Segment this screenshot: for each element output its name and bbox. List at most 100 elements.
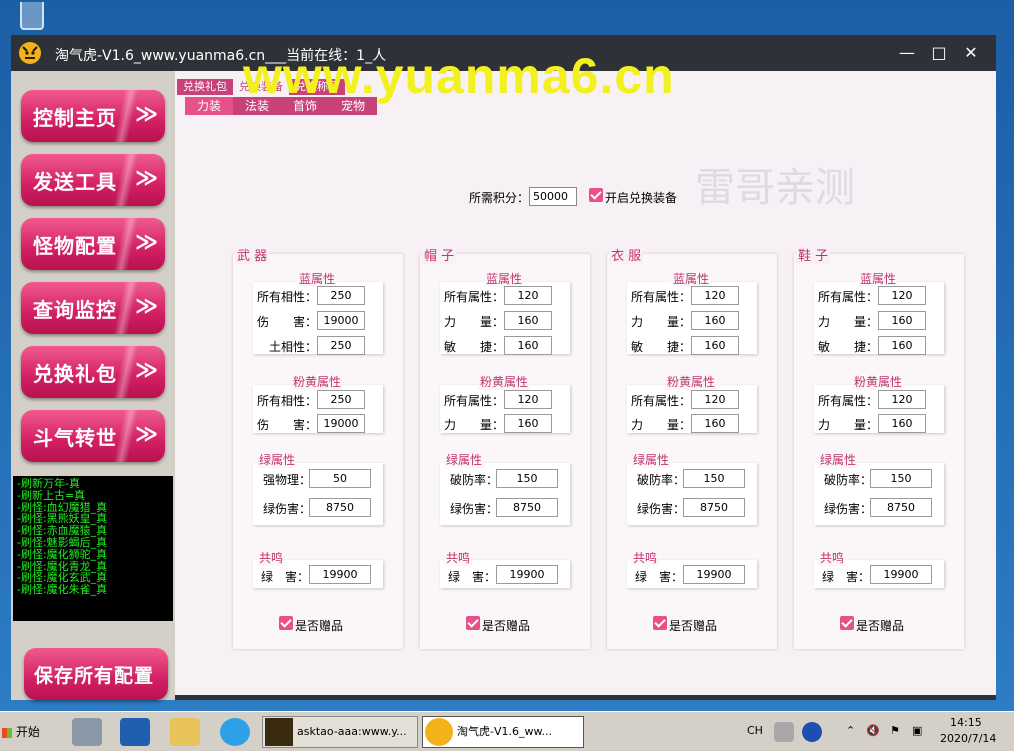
field-input[interactable]: 160 [691, 414, 739, 433]
flag-icon[interactable]: ⚑ [890, 724, 900, 737]
network-icon[interactable]: ▣ [912, 724, 922, 737]
nav-label: 斗气转世 [33, 426, 117, 450]
field-input[interactable]: 160 [878, 414, 926, 433]
green-attr-title: 绿属性 [444, 451, 485, 468]
field-label: 所有属性： [444, 290, 505, 304]
field-input[interactable]: 160 [691, 311, 739, 330]
field-input[interactable]: 160 [878, 336, 926, 355]
enable-redeem-checkbox[interactable] [589, 188, 603, 202]
group-clothes: 衣 服 蓝属性 所有属性： 120 力 量： 160 敏 捷： 160 粉黄属性… [607, 245, 777, 649]
field-input[interactable]: 160 [504, 414, 552, 433]
gift-checkbox[interactable] [279, 616, 293, 630]
field-label: 绿 害： [635, 570, 684, 584]
file-explorer-icon[interactable] [170, 718, 200, 746]
field-input[interactable]: 160 [878, 311, 926, 330]
field-label: 绿 害： [261, 570, 310, 584]
nav-redeem-gift-button[interactable]: 兑换礼包 ≫ [21, 346, 165, 398]
group-title: 衣 服 [609, 245, 644, 264]
field-input[interactable]: 120 [691, 286, 739, 305]
field-input[interactable]: 50 [309, 469, 371, 488]
field-label: 所有相性： [257, 290, 318, 304]
field-input[interactable]: 160 [691, 336, 739, 355]
field-input[interactable]: 19900 [870, 565, 932, 584]
group-hat: 帽 子 蓝属性 所有属性： 120 力 量： 160 敏 捷： 160 粉黄属性… [420, 245, 590, 649]
pink-attr-title: 粉黄属性 [852, 373, 905, 390]
field-input[interactable]: 120 [878, 390, 926, 409]
taskbar-item-taoqihu[interactable]: 淘气虎-V1.6_ww... [422, 716, 584, 748]
field-label: 破防率： [637, 473, 686, 487]
field-input[interactable]: 120 [878, 286, 926, 305]
group-title: 鞋 子 [796, 245, 831, 264]
tab-redeem-gift[interactable]: 兑换礼包 [177, 79, 233, 95]
taskbar: 开始 asktao-aaa:www.y... 淘气虎-V1.6_ww... CH… [0, 711, 1014, 751]
field-label: 力 量： [444, 315, 505, 329]
recycle-bin-icon[interactable] [14, 0, 50, 32]
watermark-sub: 雷哥亲测 [695, 165, 855, 211]
field-input[interactable]: 150 [683, 469, 745, 488]
blue-attr-title: 蓝属性 [671, 270, 712, 287]
gift-checkbox[interactable] [653, 616, 667, 630]
app-window: 淘气虎-V1.6_www.yuanma6.cn___当前在线：1_人 — □ ✕… [11, 35, 996, 700]
tiger-app-icon [425, 718, 453, 746]
field-input[interactable]: 120 [504, 390, 552, 409]
windows-logo-icon [2, 727, 12, 738]
nav-query-monitor-button[interactable]: 查询监控 ≫ [21, 282, 165, 334]
show-hidden-icons-icon[interactable]: ⌃ [846, 724, 855, 737]
field-input[interactable]: 8750 [870, 498, 932, 517]
keyboard-icon[interactable] [774, 722, 794, 742]
field-input[interactable]: 19900 [683, 565, 745, 584]
field-input[interactable]: 120 [691, 390, 739, 409]
taskbar-item-asktao[interactable]: asktao-aaa:www.y... [262, 716, 418, 748]
field-input[interactable]: 150 [870, 469, 932, 488]
nav-monster-config-button[interactable]: 怪物配置 ≫ [21, 218, 165, 270]
field-input[interactable]: 19900 [496, 565, 558, 584]
field-input[interactable]: 8750 [496, 498, 558, 517]
nav-send-tool-button[interactable]: 发送工具 ≫ [21, 154, 165, 206]
help-icon[interactable] [802, 722, 822, 742]
field-label: 伤 害： [257, 315, 318, 329]
watermark: www.yuanma6.cn [243, 48, 675, 104]
field-input[interactable]: 160 [504, 336, 552, 355]
start-button[interactable]: 开始 [2, 718, 42, 746]
field-input[interactable]: 8750 [309, 498, 371, 517]
nav-reincarnation-button[interactable]: 斗气转世 ≫ [21, 410, 165, 462]
volume-icon[interactable]: 🔇 [866, 724, 880, 737]
server-manager-icon[interactable] [72, 718, 102, 746]
clock-time[interactable]: 14:15 [950, 716, 982, 729]
tab-power-gear[interactable]: 力装 [185, 97, 233, 115]
gift-label: 是否赠品 [482, 619, 531, 633]
maximize-button[interactable]: □ [926, 41, 952, 65]
nav-control-home-button[interactable]: 控制主页 ≫ [21, 90, 165, 142]
field-input[interactable]: 150 [496, 469, 558, 488]
language-indicator[interactable]: CH [747, 724, 763, 737]
powershell-icon[interactable] [120, 718, 150, 746]
main-panel: 兑换礼包 兑换装备 兑换称号 力装 法装 首饰 宠物 所需积分： 50000 开… [175, 71, 996, 695]
minimize-button[interactable]: — [894, 41, 920, 65]
field-input[interactable]: 19000 [317, 414, 365, 433]
field-input[interactable]: 250 [317, 336, 365, 355]
field-input[interactable]: 19000 [317, 311, 365, 330]
field-input[interactable]: 250 [317, 286, 365, 305]
gift-label: 是否赠品 [295, 619, 344, 633]
field-input[interactable]: 8750 [683, 498, 745, 517]
field-label: 伤 害： [257, 418, 318, 432]
field-input[interactable]: 120 [504, 286, 552, 305]
chevron-right-icon: ≫ [135, 422, 159, 447]
resonance-title: 共鸣 [818, 549, 847, 566]
gift-checkbox[interactable] [840, 616, 854, 630]
field-input[interactable]: 160 [504, 311, 552, 330]
browser-icon[interactable] [220, 718, 250, 746]
close-button[interactable]: ✕ [958, 41, 984, 65]
clock-date[interactable]: 2020/7/14 [940, 732, 996, 745]
gift-checkbox[interactable] [466, 616, 480, 630]
chevron-right-icon: ≫ [135, 166, 159, 191]
field-label: 敏 捷： [444, 340, 505, 354]
green-attr-title: 绿属性 [631, 451, 672, 468]
field-input[interactable]: 250 [317, 390, 365, 409]
start-label: 开始 [15, 725, 40, 739]
nav-label: 发送工具 [33, 170, 117, 194]
field-input[interactable]: 19900 [309, 565, 371, 584]
log-panel[interactable]: -刷新万年-真 -刷新上古=真 -刷怪:血幻魔猎_真 -刷怪:黑熊妖皇_真 -刷… [13, 476, 173, 621]
save-all-config-button[interactable]: 保存所有配置 [24, 648, 168, 700]
points-input[interactable]: 50000 [529, 187, 577, 206]
